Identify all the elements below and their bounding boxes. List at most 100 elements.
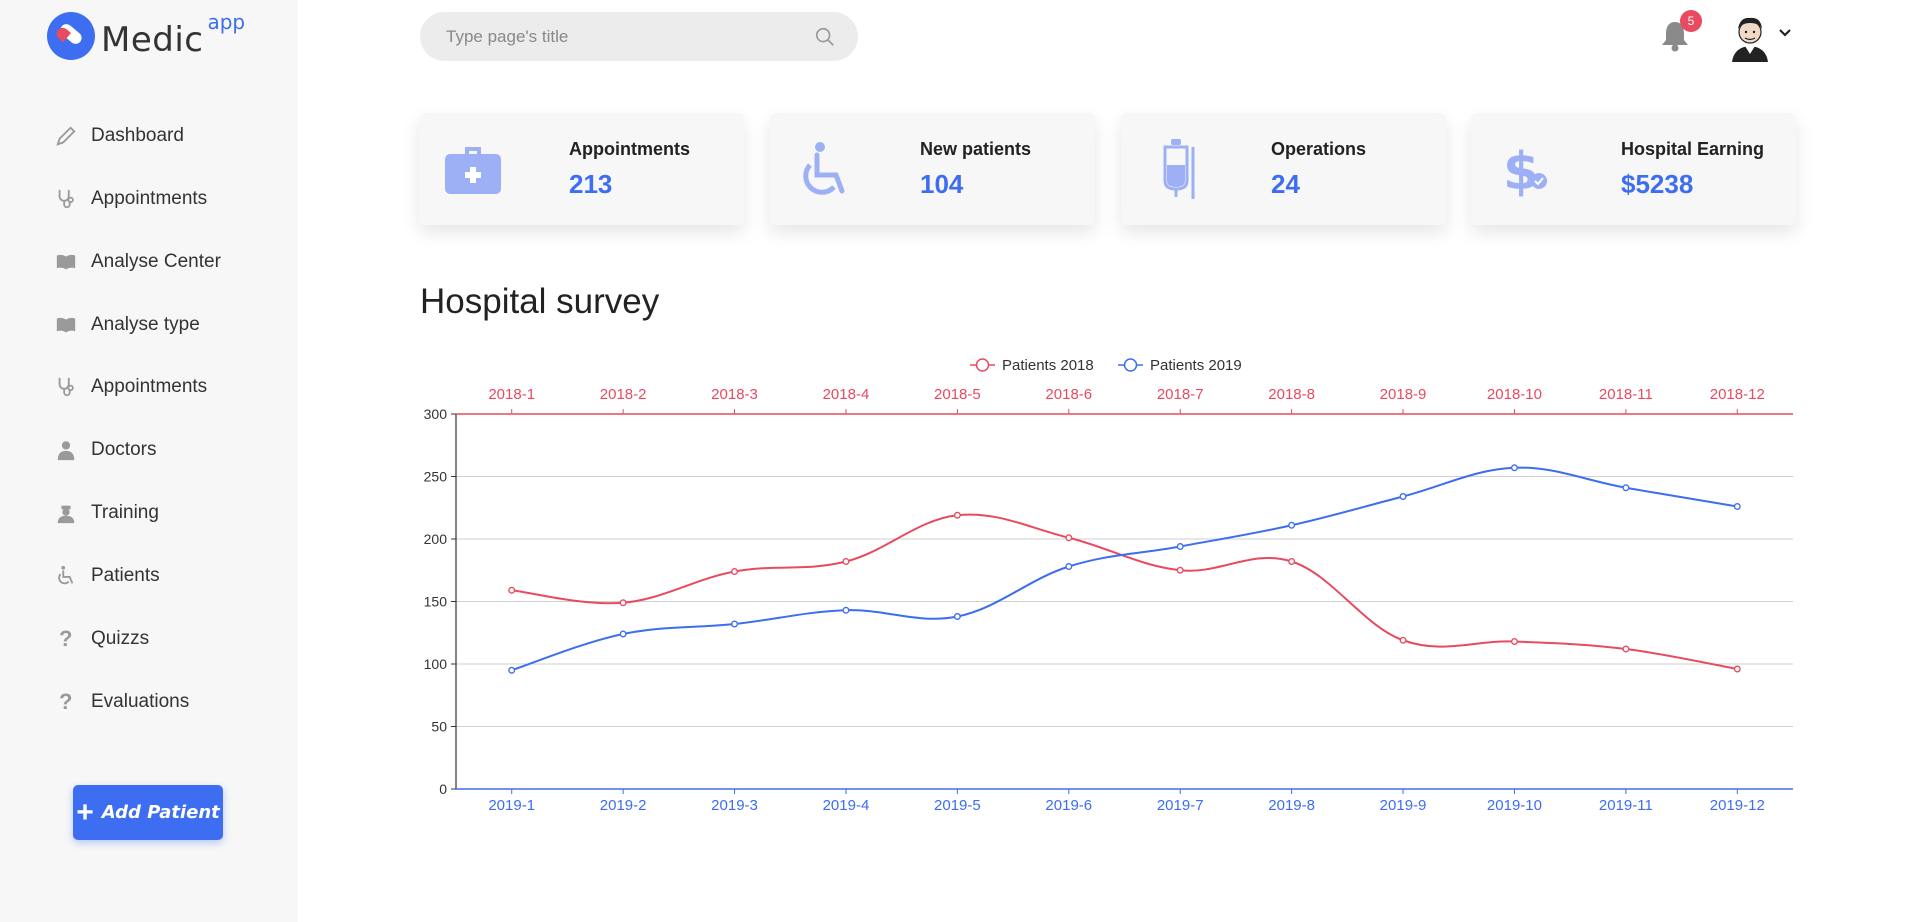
data-point	[1399, 493, 1407, 500]
sidebar-item-analyse-type[interactable]: Analyse type	[55, 311, 200, 339]
notification-badge: 5	[1680, 10, 1702, 32]
question-icon: ?	[59, 689, 73, 714]
top-x-tick-label: 2018-3	[711, 386, 758, 403]
sidebar-item-dashboard[interactable]: Dashboard	[55, 122, 184, 150]
y-tick-label: 150	[424, 594, 448, 610]
stethoscope-icon	[55, 188, 81, 210]
stat-card-new-patients[interactable]: New patients 104	[770, 113, 1095, 225]
sidebar-item-label: Evaluations	[91, 691, 190, 712]
stat-card-hospital-earning[interactable]: $ Hospital Earning $5238	[1471, 113, 1796, 225]
pencil-icon	[55, 125, 81, 147]
logo[interactable]: Medic app	[47, 10, 246, 62]
legend-label: Patients 2018	[1002, 357, 1094, 374]
data-point	[1622, 484, 1630, 492]
stat-value: 24	[1271, 169, 1300, 199]
legend-marker	[1123, 358, 1138, 372]
nurse-icon	[55, 502, 81, 524]
bottom-x-tick-label: 2019-5	[934, 797, 981, 814]
data-point	[731, 568, 738, 575]
question-icon: ?	[59, 626, 73, 651]
search-bar	[420, 12, 858, 61]
bottom-x-tick-label: 2019-8	[1268, 797, 1315, 814]
sidebar-item-label: Appointments	[91, 376, 208, 397]
top-x-tick-label: 2018-10	[1487, 386, 1542, 403]
data-point	[953, 613, 961, 620]
sidebar-item-label: Appointments	[91, 188, 208, 209]
top-x-tick-label: 2018-2	[600, 386, 647, 403]
legend-label: Patients 2019	[1150, 357, 1242, 374]
data-point	[1176, 543, 1184, 550]
plus-icon: +	[76, 795, 94, 829]
add-patient-button[interactable]: + Add Patient	[73, 785, 223, 840]
sidebar-item-training[interactable]: Training	[55, 499, 159, 527]
y-tick-label: 250	[424, 469, 448, 485]
y-tick-label: 300	[424, 406, 448, 422]
stat-card-appointments[interactable]: Appointments 213	[419, 113, 744, 225]
data-point	[619, 599, 627, 607]
user-avatar[interactable]	[1728, 12, 1772, 62]
data-point	[619, 630, 627, 638]
sidebar-item-analyse-center[interactable]: Analyse Center	[55, 248, 221, 276]
search-icon[interactable]	[814, 26, 836, 48]
iv-drip-icon	[1163, 139, 1195, 199]
data-point	[1622, 645, 1630, 653]
y-tick-label: 200	[424, 531, 448, 547]
stat-value: $5238	[1621, 169, 1694, 199]
sidebar-item-doctors[interactable]: Doctors	[55, 436, 156, 464]
data-point	[508, 666, 516, 674]
dollar-check-icon: $	[1503, 142, 1547, 201]
data-point	[1733, 503, 1741, 510]
sidebar: Medic app Dashboard Appointments Analyse…	[0, 0, 298, 922]
bottom-x-tick-label: 2019-10	[1487, 797, 1542, 814]
bottom-x-tick-label: 2019-7	[1157, 797, 1204, 814]
add-patient-label: Add Patient	[101, 802, 220, 823]
sidebar-item-label: Training	[91, 502, 159, 523]
top-x-tick-label: 2018-9	[1380, 386, 1427, 403]
data-point	[1399, 636, 1407, 644]
chevron-down-icon[interactable]	[1778, 26, 1792, 40]
bottom-x-tick-label: 2019-4	[823, 797, 870, 814]
data-point	[1511, 464, 1518, 472]
search-input[interactable]	[446, 26, 814, 47]
stat-title: Hospital Earning	[1621, 139, 1765, 159]
data-point	[731, 620, 738, 628]
data-point	[1733, 665, 1741, 673]
data-point	[1065, 563, 1073, 570]
sidebar-item-label: Doctors	[91, 439, 157, 460]
bottom-x-tick-label: 2019-11	[1599, 797, 1653, 814]
stat-value: 213	[569, 169, 613, 199]
sidebar-item-label: Patients	[91, 565, 160, 586]
sidebar-item-evaluations[interactable]: ? Evaluations	[55, 688, 189, 716]
data-point	[1288, 521, 1296, 529]
data-point	[508, 586, 516, 594]
sidebar-item-patients[interactable]: Patients	[55, 562, 160, 590]
y-tick-label: 50	[431, 719, 447, 735]
hospital-survey-chart: 0 50 100 150 200 250 300 2018-1 2019-1 2018-2 2019…	[424, 357, 1793, 814]
sidebar-item-appointments[interactable]: Appointments	[55, 185, 207, 213]
sidebar-item-label: Dashboard	[91, 125, 184, 146]
logo-text: Medic	[101, 20, 204, 60]
top-x-tick-label: 2018-4	[823, 386, 870, 403]
top-x-tick-label: 2018-11	[1599, 386, 1653, 403]
bottom-x-tick-label: 2019-3	[711, 797, 758, 814]
top-x-tick-label: 2018-6	[1045, 386, 1092, 403]
stethoscope-icon	[55, 376, 81, 398]
stat-title: New patients	[920, 139, 1032, 159]
y-tick-label: 0	[439, 781, 447, 797]
logo-sup: app	[207, 10, 246, 34]
data-point	[1288, 558, 1296, 565]
top-x-tick-label: 2018-12	[1710, 386, 1765, 403]
sidebar-item-appointments-2[interactable]: Appointments	[55, 373, 207, 401]
pill-logo-icon	[47, 12, 95, 60]
doctor-icon	[55, 439, 81, 461]
legend-marker	[975, 358, 990, 372]
book-icon	[55, 251, 81, 273]
data-point	[842, 606, 850, 614]
bottom-x-tick-label: 2019-1	[488, 797, 535, 814]
sidebar-item-quizzs[interactable]: ? Quizzs	[55, 625, 149, 653]
sidebar-item-label: Analyse type	[91, 314, 200, 335]
stat-card-operations[interactable]: Operations 24	[1121, 113, 1446, 225]
svg-text:$: $	[1503, 142, 1539, 201]
top-x-tick-label: 2018-5	[934, 386, 981, 403]
data-point	[1065, 534, 1073, 542]
